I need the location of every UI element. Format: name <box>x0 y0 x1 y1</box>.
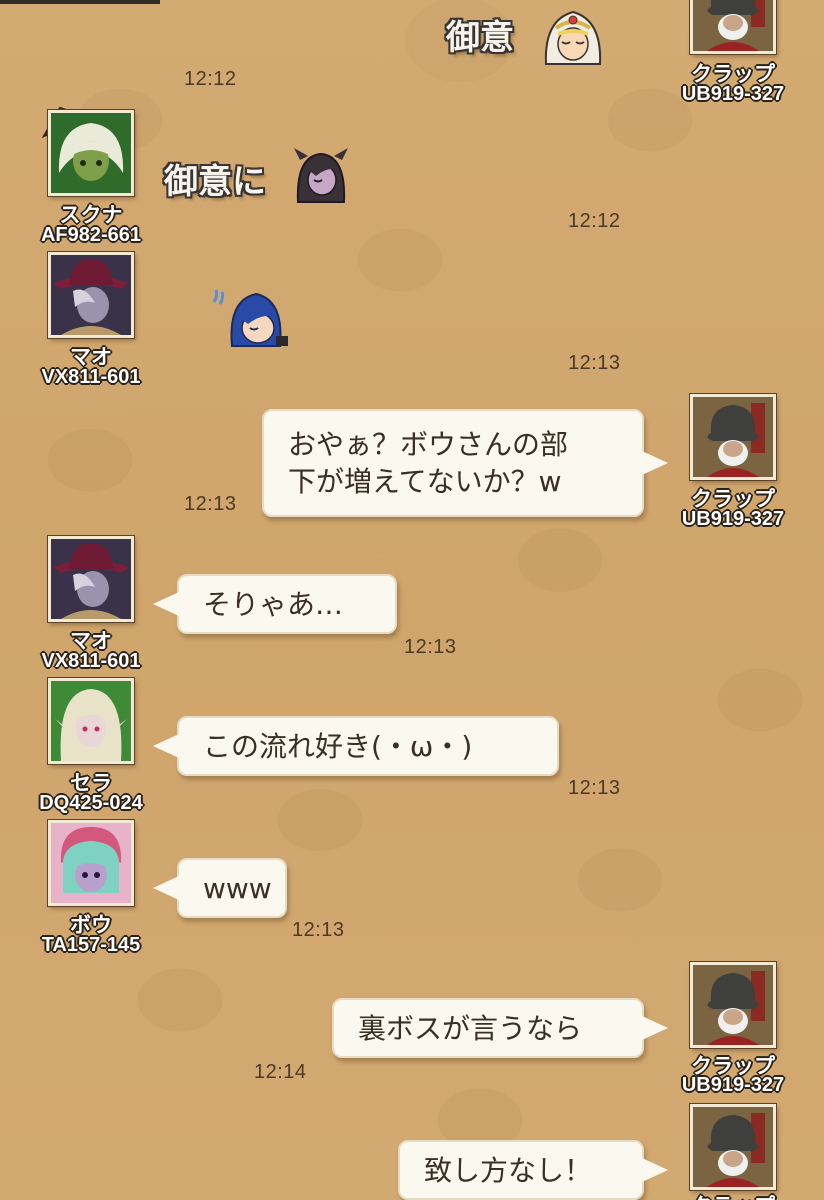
user-id: DQ425-024 <box>39 792 143 814</box>
user-id: UB919-327 <box>681 1074 785 1096</box>
stamp-label: 御意に <box>164 162 266 202</box>
user-id: VX811-601 <box>41 366 141 388</box>
timestamp: 12:13 <box>404 636 457 658</box>
avatar-sukuna[interactable] <box>48 110 134 196</box>
message-bubble: おやぁ？ボウさんの部 下が増えてないか？w <box>262 409 668 517</box>
top-bar-fragment <box>0 0 160 4</box>
avatar-sera[interactable] <box>48 678 134 764</box>
user-id: TA157-145 <box>41 934 141 956</box>
chat-log[interactable]: 御意 クラップ UB919-327 12:12 スクナ AF982-661 御意… <box>0 0 824 1200</box>
user-id: VX811-601 <box>41 650 141 672</box>
avatar-krapp[interactable] <box>690 394 776 480</box>
message-text: そりゃあ… <box>203 587 344 621</box>
message-bubble: そりゃあ… <box>153 574 397 634</box>
user-name: クラップ <box>663 1190 803 1200</box>
message-text: おやぁ？ボウさんの部 下が増えてないか？w <box>288 428 569 498</box>
timestamp: 12:12 <box>568 210 621 232</box>
timestamp: 12:12 <box>184 68 237 90</box>
avatar-bou[interactable] <box>48 820 134 906</box>
avatar-krapp[interactable] <box>690 1104 776 1190</box>
priestess-face-icon <box>540 6 606 66</box>
message-text: 裏ボスが言うなら <box>358 1011 583 1045</box>
avatar-krapp[interactable] <box>690 0 776 54</box>
message-text: この流れ好き(・ω・) <box>203 729 473 763</box>
message-bubble: 致し方なし！ <box>398 1140 668 1200</box>
dark-elf-face-icon <box>292 146 350 204</box>
avatar-krapp[interactable] <box>690 962 776 1048</box>
message-text: 致し方なし！ <box>424 1153 593 1187</box>
blue-hair-nodding-face-icon <box>210 288 294 348</box>
avatar-mao[interactable] <box>48 252 134 338</box>
message-text: www <box>203 871 272 905</box>
message-bubble: この流れ好き(・ω・) <box>153 716 559 776</box>
message-bubble: www <box>153 858 287 918</box>
avatar-mao[interactable] <box>48 536 134 622</box>
timestamp: 12:13 <box>568 352 621 374</box>
user-id: UB919-327 <box>681 508 785 530</box>
timestamp: 12:13 <box>568 777 621 799</box>
timestamp: 12:13 <box>292 919 345 941</box>
user-id: AF982-661 <box>40 224 142 246</box>
message-bubble: 裏ボスが言うなら <box>332 998 668 1058</box>
timestamp: 12:13 <box>184 493 237 515</box>
user-id: UB919-327 <box>681 83 785 105</box>
stamp-label: 御意 <box>446 18 514 58</box>
timestamp: 12:14 <box>254 1061 307 1083</box>
